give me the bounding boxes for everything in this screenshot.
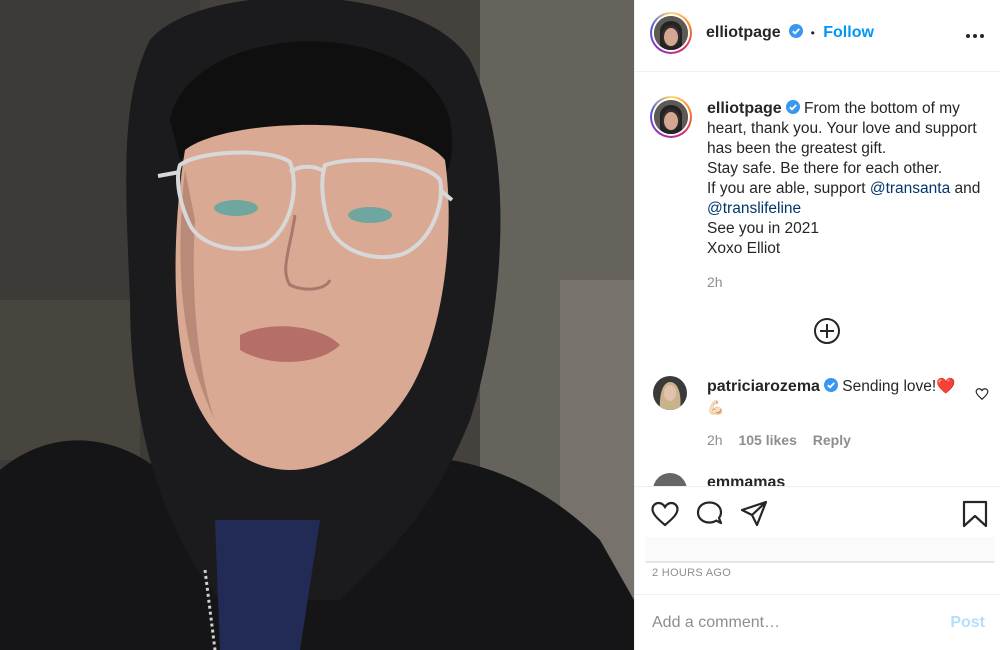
post-side-panel: elliotpage • Follow elliotpage From the … <box>634 0 1000 650</box>
caption-username[interactable]: elliotpage <box>707 100 782 117</box>
post-timestamp[interactable]: 2 HOURS AGO <box>652 567 731 579</box>
comment-username[interactable]: patriciarozema <box>707 378 820 395</box>
caption-text-fragment: and <box>950 180 981 197</box>
caption-line: has been the greatest gift. <box>707 140 887 157</box>
post-comment-button[interactable]: Post <box>950 614 985 632</box>
comment-flex-emoji: 💪🏻 <box>707 399 725 415</box>
bookmark-icon[interactable] <box>960 499 990 529</box>
comment-likes[interactable]: 105 likes <box>738 432 796 448</box>
comment-time[interactable]: 2h <box>707 432 723 448</box>
caption-author-avatar[interactable] <box>650 96 692 138</box>
like-comment-heart-icon[interactable] <box>975 387 989 401</box>
post-action-bar <box>635 486 1000 563</box>
comment-text: Sending love! <box>842 378 937 395</box>
comment-meta-row: 2h 105 likes Reply <box>707 432 851 448</box>
caption-time[interactable]: 2h <box>707 272 993 292</box>
follow-button[interactable]: Follow <box>823 24 874 41</box>
caption-line: From the bottom of my <box>804 100 960 117</box>
caption-line: Stay safe. Be there for each other. <box>707 160 943 177</box>
comment-heart-emoji: ❤️ <box>936 378 956 395</box>
caption-line: See you in 2021 <box>707 220 820 237</box>
load-more-comments-icon[interactable] <box>813 317 841 345</box>
add-comment-section: Post <box>635 594 1000 650</box>
add-comment-input[interactable] <box>652 610 932 636</box>
header-separator: • <box>810 26 815 40</box>
likes-summary-placeholder <box>645 537 995 563</box>
paper-plane-icon[interactable] <box>739 499 769 529</box>
avatar-photo <box>654 100 688 134</box>
post-photo[interactable] <box>0 0 634 650</box>
comment-body: patriciarozema Sending love!❤️ 💪🏻 <box>707 377 967 418</box>
more-options-icon[interactable] <box>961 22 989 50</box>
caption-line: heart, thank you. Your love and support <box>707 120 977 137</box>
portrait-photo <box>0 0 634 650</box>
comment-username[interactable]: emmamas <box>707 474 785 486</box>
post-header: elliotpage • Follow <box>635 0 1000 72</box>
caption-text-fragment: If you are able, support <box>707 180 870 197</box>
verified-badge-icon <box>785 100 800 114</box>
header-username[interactable]: elliotpage <box>706 24 781 41</box>
comments-scroll-area[interactable]: elliotpage From the bottom of my heart, … <box>635 73 1000 486</box>
heart-icon[interactable] <box>650 499 680 529</box>
header-user-row: elliotpage • Follow <box>706 24 874 42</box>
reply-button[interactable]: Reply <box>813 432 851 448</box>
comment-bubble-icon[interactable] <box>695 499 725 529</box>
comment-body: emmamas <box>707 473 967 486</box>
mention-link-transanta[interactable]: @transanta <box>870 180 950 197</box>
author-avatar[interactable] <box>650 12 692 54</box>
caption-line: Xoxo Elliot <box>707 240 781 257</box>
caption-line-with-mention: If you are able, support @transanta and <box>707 179 993 199</box>
verified-badge-icon <box>823 378 838 392</box>
avatar-photo <box>654 16 688 50</box>
post-caption: elliotpage From the bottom of my heart, … <box>707 99 993 292</box>
commenter-avatar[interactable] <box>653 376 687 410</box>
commenter-avatar[interactable] <box>653 473 687 486</box>
mention-link-translifeline[interactable]: @translifeline <box>707 199 993 219</box>
avatar-photo <box>653 376 687 410</box>
verified-badge-icon <box>789 24 804 38</box>
